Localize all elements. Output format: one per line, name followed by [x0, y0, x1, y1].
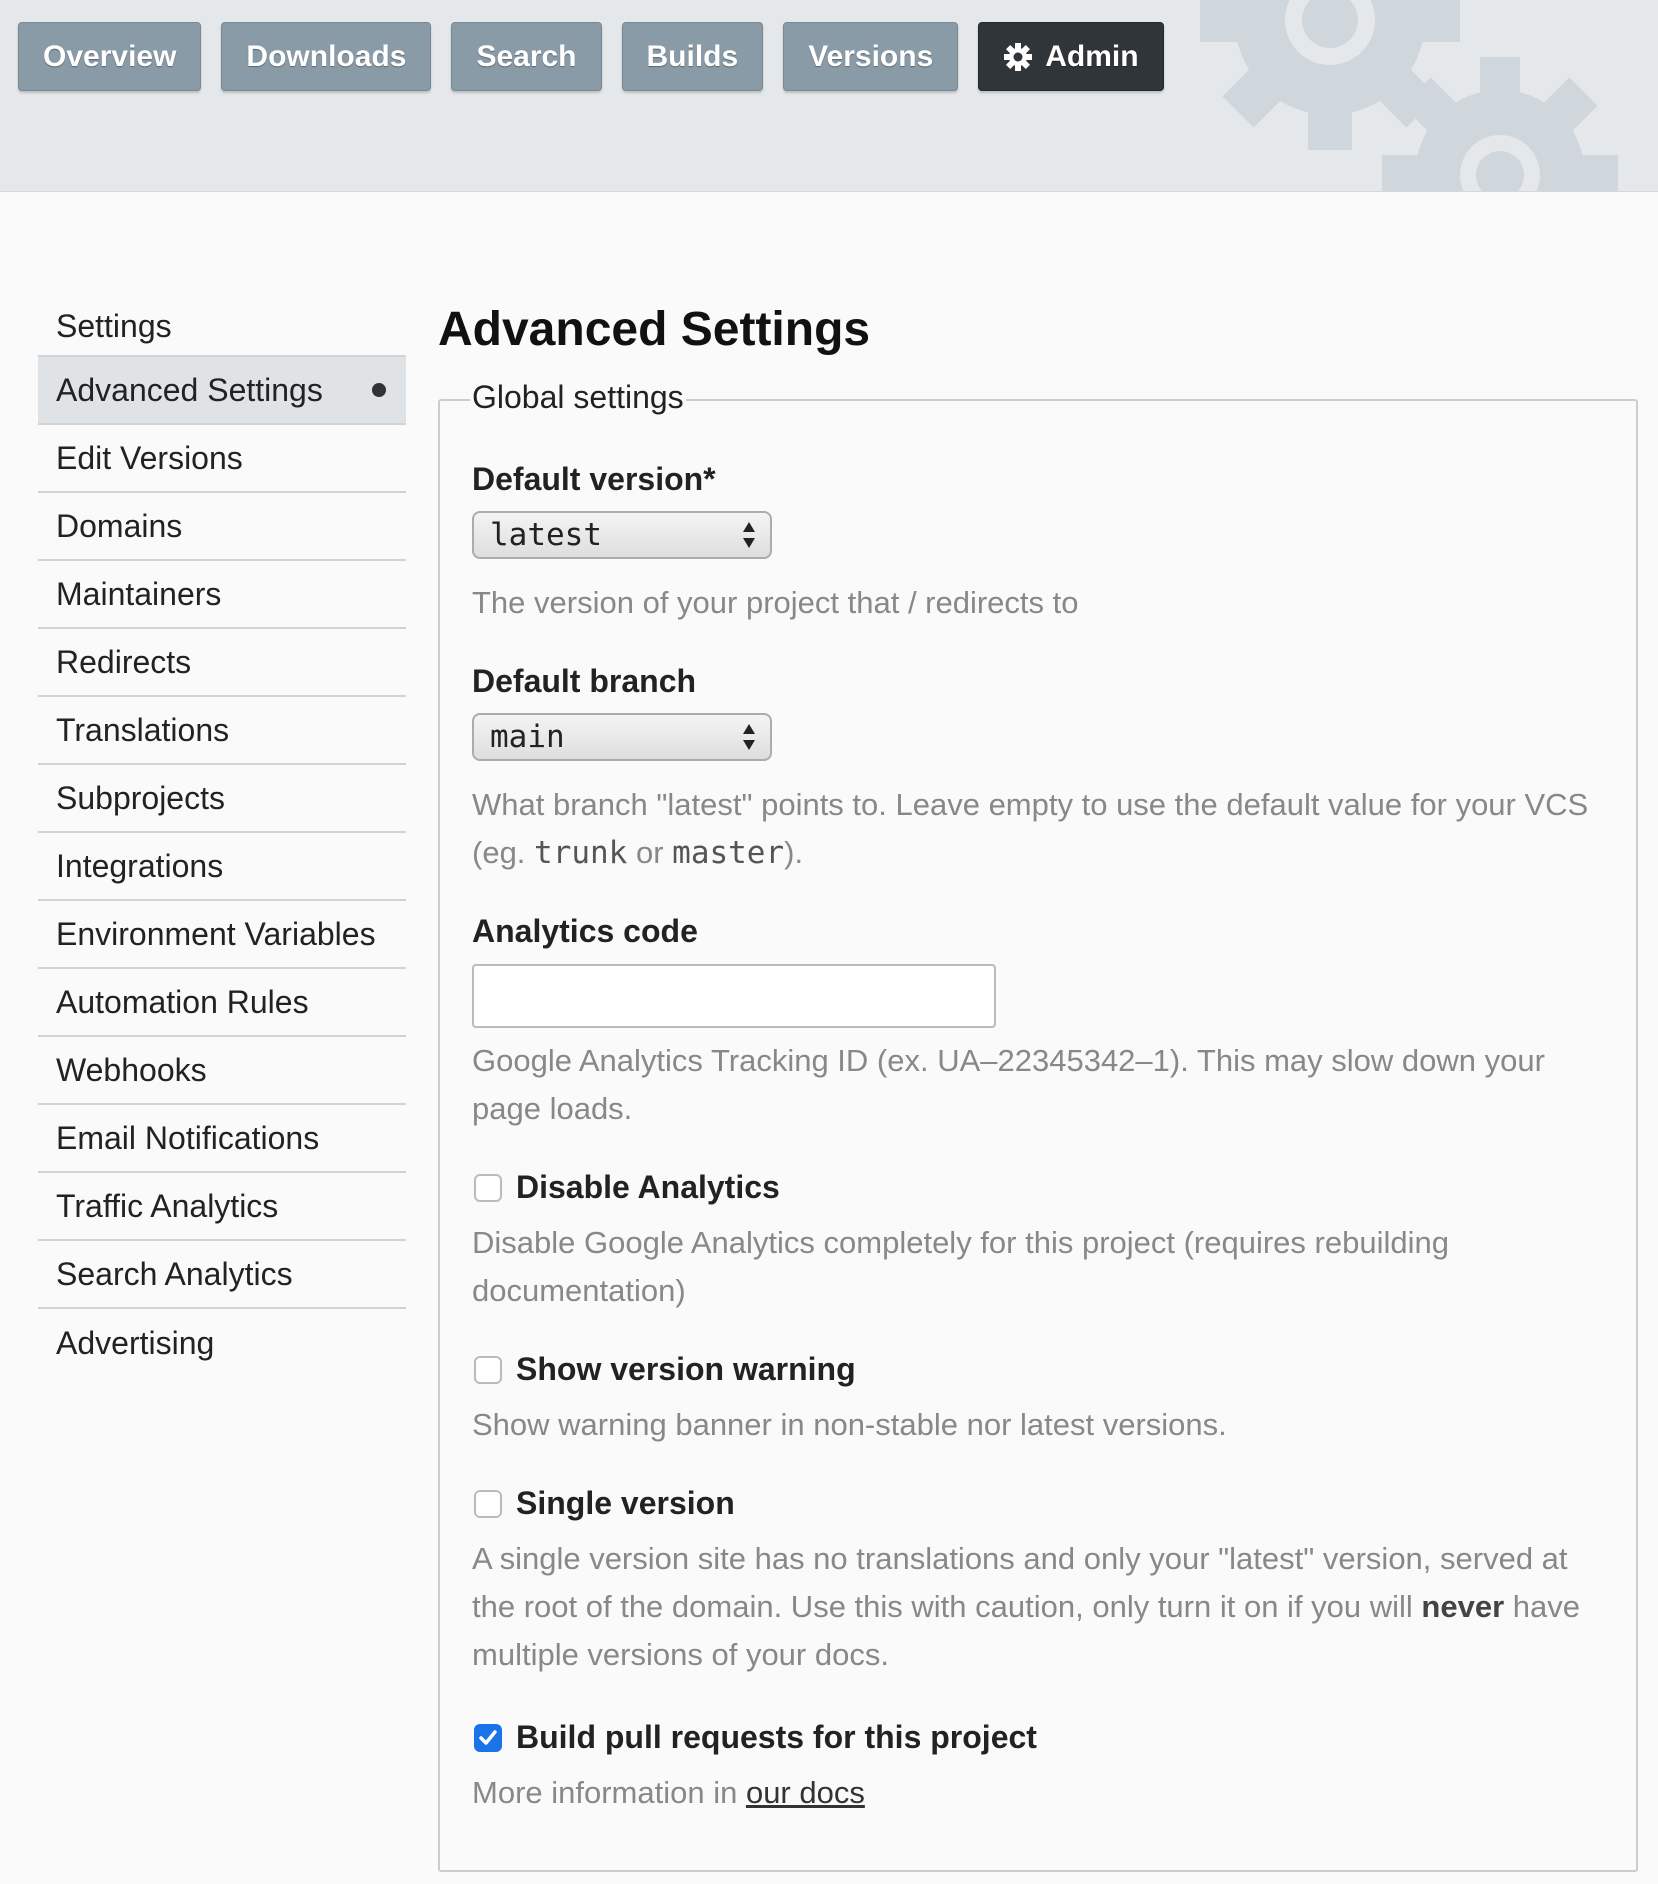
disable-analytics-row[interactable]: Disable Analytics	[474, 1169, 780, 1206]
sidebar-item-label: Domains	[56, 507, 183, 544]
sidebar-item-subprojects[interactable]: Subprojects	[38, 765, 406, 833]
sidebar-item-domains[interactable]: Domains	[38, 493, 406, 561]
default-version-select[interactable]: latest	[472, 511, 772, 559]
nav-versions-label: Versions	[808, 39, 934, 73]
sidebar-item-label: Automation Rules	[56, 983, 309, 1020]
project-nav: Overview Downloads Search Builds Version…	[18, 22, 1164, 91]
disable-analytics-help: Disable Google Analytics completely for …	[472, 1225, 1449, 1308]
nav-admin-label: Admin	[1045, 39, 1139, 73]
our-docs-link[interactable]: our docs	[746, 1775, 865, 1810]
default-branch-help: What branch "latest" points to. Leave em…	[472, 787, 1589, 871]
sidebar-item-label: Email Notifications	[56, 1119, 320, 1156]
sidebar-item-label: Search Analytics	[56, 1255, 293, 1292]
sidebar-item-label: Translations	[56, 711, 230, 748]
single-version-checkbox[interactable]	[474, 1489, 502, 1518]
nav-builds-button[interactable]: Builds	[621, 22, 764, 91]
analytics-code-help: Google Analytics Tracking ID (ex. UA–223…	[472, 1043, 1545, 1126]
sidebar-item-automation-rules[interactable]: Automation Rules	[38, 969, 406, 1037]
sidebar-item-email-notifications[interactable]: Email Notifications	[38, 1105, 406, 1173]
disable-analytics-label: Disable Analytics	[516, 1169, 780, 1205]
single-version-row[interactable]: Single version	[474, 1485, 735, 1522]
sidebar-item-advanced-settings[interactable]: Advanced Settings	[38, 357, 406, 425]
build-pull-requests-checkbox[interactable]	[474, 1723, 502, 1752]
show-version-warning-checkbox[interactable]	[474, 1355, 502, 1384]
sidebar-item-label: Integrations	[56, 847, 224, 884]
sidebar-item-label: Webhooks	[56, 1051, 207, 1088]
global-settings-fieldset: Global settings Default version* latest …	[438, 379, 1638, 1872]
sidebar-item-integrations[interactable]: Integrations	[38, 833, 406, 901]
sidebar-item-label: Advertising	[56, 1324, 215, 1361]
current-indicator-dot	[372, 383, 386, 397]
sidebar-item-label: Environment Variables	[56, 915, 376, 952]
default-branch-value: main	[490, 719, 565, 755]
top-banner: Overview Downloads Search Builds Version…	[0, 0, 1658, 192]
sidebar-item-redirects[interactable]: Redirects	[38, 629, 406, 697]
select-arrows-icon	[742, 520, 756, 550]
default-version-value: latest	[490, 517, 602, 553]
sidebar-item-label: Edit Versions	[56, 439, 243, 476]
default-version-label: Default version*	[472, 461, 716, 497]
sidebar-item-maintainers[interactable]: Maintainers	[38, 561, 406, 629]
sidebar-item-label: Redirects	[56, 643, 192, 680]
default-branch-select[interactable]: main	[472, 713, 772, 761]
sidebar-item-translations[interactable]: Translations	[38, 697, 406, 765]
build-pull-requests-help: More information in our docs	[472, 1775, 865, 1810]
default-branch-label: Default branch	[472, 663, 697, 699]
sidebar-item-search-analytics[interactable]: Search Analytics	[38, 1241, 406, 1309]
nav-admin-button[interactable]: Admin	[978, 22, 1164, 91]
nav-versions-button[interactable]: Versions	[783, 22, 959, 91]
code-master: master	[672, 835, 785, 871]
default-version-help: The version of your project that / redir…	[472, 585, 1079, 620]
sidebar-item-settings[interactable]: Settings	[38, 297, 406, 357]
sidebar-item-traffic-analytics[interactable]: Traffic Analytics	[38, 1173, 406, 1241]
sidebar-item-advertising[interactable]: Advertising	[38, 1309, 406, 1377]
nav-search-label: Search	[476, 39, 577, 73]
show-version-warning-row[interactable]: Show version warning	[474, 1351, 856, 1388]
nav-downloads-button[interactable]: Downloads	[221, 22, 432, 91]
admin-sidebar: Settings Advanced Settings Edit Versions…	[38, 297, 406, 1377]
never-emphasis: never	[1421, 1589, 1505, 1624]
gears-decoration-icon	[1200, 0, 1618, 191]
single-version-help: A single version site has no translation…	[472, 1541, 1580, 1672]
sidebar-item-label: Subprojects	[56, 779, 225, 816]
nav-downloads-label: Downloads	[246, 39, 407, 73]
nav-builds-label: Builds	[646, 39, 739, 73]
show-version-warning-label: Show version warning	[516, 1351, 856, 1387]
sidebar-item-label: Traffic Analytics	[56, 1187, 279, 1224]
build-pull-requests-row[interactable]: Build pull requests for this project	[474, 1719, 1037, 1756]
analytics-code-input[interactable]	[472, 964, 996, 1028]
nav-overview-button[interactable]: Overview	[18, 22, 202, 91]
gear-icon	[1003, 42, 1033, 72]
checkmark-icon	[479, 1729, 497, 1745]
build-pull-requests-label: Build pull requests for this project	[516, 1719, 1037, 1755]
sidebar-item-edit-versions[interactable]: Edit Versions	[38, 425, 406, 493]
single-version-label: Single version	[516, 1485, 735, 1521]
sidebar-item-label: Advanced Settings	[56, 371, 323, 408]
disable-analytics-checkbox[interactable]	[474, 1173, 502, 1202]
sidebar-item-webhooks[interactable]: Webhooks	[38, 1037, 406, 1105]
sidebar-item-environment-variables[interactable]: Environment Variables	[38, 901, 406, 969]
nav-overview-label: Overview	[43, 39, 177, 73]
page-title: Advanced Settings	[438, 303, 871, 356]
select-arrows-icon	[742, 722, 756, 752]
fieldset-legend: Global settings	[470, 379, 686, 416]
analytics-code-label: Analytics code	[472, 913, 698, 949]
nav-search-button[interactable]: Search	[451, 22, 602, 91]
code-trunk: trunk	[534, 835, 628, 871]
sidebar-item-label: Maintainers	[56, 575, 222, 612]
sidebar-item-label: Settings	[56, 307, 172, 344]
show-version-warning-help: Show warning banner in non-stable nor la…	[472, 1407, 1227, 1442]
